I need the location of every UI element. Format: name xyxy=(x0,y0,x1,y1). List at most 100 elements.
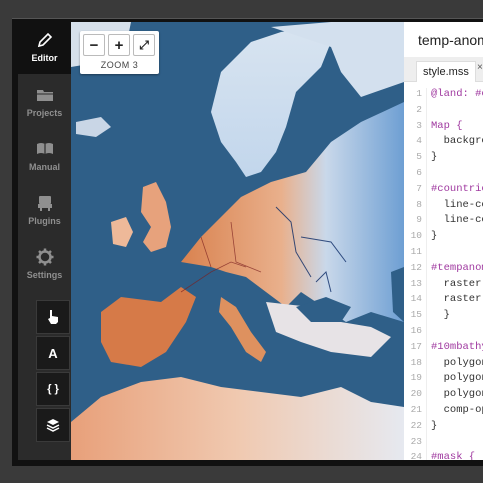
line-number: 18 xyxy=(410,356,422,368)
code-line: 9 line-co xyxy=(404,214,483,230)
line-number: 16 xyxy=(410,324,422,336)
code-line: 20 polygon xyxy=(404,388,483,404)
line-number: 4 xyxy=(416,135,422,147)
line-number: 9 xyxy=(416,214,422,226)
code-text: Map { xyxy=(431,119,463,132)
line-number: 17 xyxy=(410,340,422,352)
code-line: 24 #mask { xyxy=(404,451,483,460)
line-number: 19 xyxy=(410,372,422,384)
code-line: 17 #10mbathy xyxy=(404,341,483,357)
sidebar-item-label: Projects xyxy=(26,108,63,118)
code-text: #tempanom xyxy=(431,261,483,274)
code-line: 6 xyxy=(404,167,483,183)
close-icon[interactable]: × xyxy=(477,62,483,73)
line-number: 6 xyxy=(416,166,422,178)
line-number: 7 xyxy=(416,182,422,194)
code-text: } xyxy=(431,309,450,322)
code-line: 23 xyxy=(404,436,483,452)
code-line: 10} xyxy=(404,230,483,246)
code-line: 15 } xyxy=(404,309,483,325)
code-line: 3 Map { xyxy=(404,120,483,136)
code-text: polygon xyxy=(431,356,483,369)
code-text: #10mbathy xyxy=(431,340,483,353)
code-text: raster- xyxy=(431,293,483,306)
line-number: 24 xyxy=(410,451,422,460)
fullscreen-button[interactable]: ⤢ xyxy=(133,34,155,56)
code-text: backgro xyxy=(431,135,483,148)
code-line: 22} xyxy=(404,420,483,436)
folder-icon xyxy=(36,90,53,101)
hand-pointer-icon xyxy=(48,310,58,324)
sidebar-item-editor[interactable]: Editor xyxy=(18,22,71,74)
code-text: raster- xyxy=(431,277,483,290)
code-line: 16 xyxy=(404,325,483,341)
tab-label: style.mss xyxy=(423,66,469,78)
braces-icon: { } xyxy=(47,383,59,395)
code-text: polygon xyxy=(431,372,483,385)
line-number: 10 xyxy=(410,230,422,242)
code-line: 4 backgro xyxy=(404,135,483,151)
line-number: 8 xyxy=(416,198,422,210)
font-tool-button[interactable]: A xyxy=(36,336,70,370)
pointer-tool-button[interactable] xyxy=(36,300,70,334)
code-text: #mask { xyxy=(431,451,476,460)
code-line: 14 raster- xyxy=(404,293,483,309)
code-line: 11 xyxy=(404,246,483,262)
line-number: 11 xyxy=(410,245,422,257)
book-icon xyxy=(36,143,53,154)
sidebar-item-settings[interactable]: Settings xyxy=(18,239,71,291)
tab-style-mss[interactable]: style.mss xyxy=(416,61,476,82)
line-number: 1 xyxy=(416,88,422,99)
plugin-icon xyxy=(37,196,52,211)
gear-icon xyxy=(36,248,53,266)
project-title: temp-anom xyxy=(418,32,483,48)
zoom-out-button[interactable]: − xyxy=(83,34,105,56)
code-editor-panel: temp-anom style.mss × 1 @land: #e 2 3 Map {4… xyxy=(404,22,483,460)
sidebar-item-label: Manual xyxy=(28,162,60,172)
tab-bar: style.mss × xyxy=(404,57,483,82)
code-line: 19 polygon xyxy=(404,372,483,388)
code-text: comp-op xyxy=(431,403,483,416)
code-line: 8 line-co xyxy=(404,199,483,215)
line-number: 15 xyxy=(410,309,422,321)
line-number: 23 xyxy=(410,435,422,447)
zoom-in-button[interactable]: + xyxy=(108,34,130,56)
sidebar-item-label: Editor xyxy=(31,53,58,63)
code-text: line-co xyxy=(431,198,483,211)
sidebar-item-plugins[interactable]: Plugins xyxy=(18,185,71,237)
map-view[interactable]: − + ⤢ ZOOM 3 xyxy=(71,22,404,460)
sidebar-item-manual[interactable]: Manual xyxy=(18,131,71,183)
code-text: } xyxy=(431,230,438,243)
line-number: 12 xyxy=(410,261,422,273)
code-area[interactable]: 1 @land: #e 2 3 Map {4 backgro 5} 6 7 #countrie 8… xyxy=(404,88,483,460)
code-text: } xyxy=(431,151,438,164)
code-text: } xyxy=(431,419,438,432)
pencil-icon xyxy=(37,32,52,48)
code-line: 5} xyxy=(404,151,483,167)
line-number: 2 xyxy=(416,103,422,115)
code-text: @land: #e xyxy=(431,88,483,100)
line-number: 20 xyxy=(410,388,422,400)
code-line: 2 xyxy=(404,104,483,120)
code-line: 18 polygon xyxy=(404,357,483,373)
zoom-level-label: ZOOM 3 xyxy=(100,60,139,70)
line-number: 5 xyxy=(416,151,422,163)
sidebar-item-label: Settings xyxy=(26,270,63,280)
code-line: 7 #countrie xyxy=(404,183,483,199)
layers-icon xyxy=(46,419,60,432)
code-tool-button[interactable]: { } xyxy=(36,372,70,406)
sidebar-item-label: Plugins xyxy=(28,216,61,226)
code-line: 1 @land: #e xyxy=(404,88,483,104)
layers-tool-button[interactable] xyxy=(36,408,70,442)
line-number: 14 xyxy=(410,293,422,305)
sidebar-item-projects[interactable]: Projects xyxy=(18,77,71,129)
code-line: 13 raster- xyxy=(404,278,483,294)
line-number: 3 xyxy=(416,119,422,131)
code-text: #countrie xyxy=(431,182,483,195)
zoom-control: − + ⤢ ZOOM 3 xyxy=(80,31,159,74)
code-text: polygon xyxy=(431,388,483,401)
line-number: 21 xyxy=(410,403,422,415)
font-icon: A xyxy=(48,345,58,361)
code-line: 12 #tempanom xyxy=(404,262,483,278)
map-canvas xyxy=(71,22,404,460)
